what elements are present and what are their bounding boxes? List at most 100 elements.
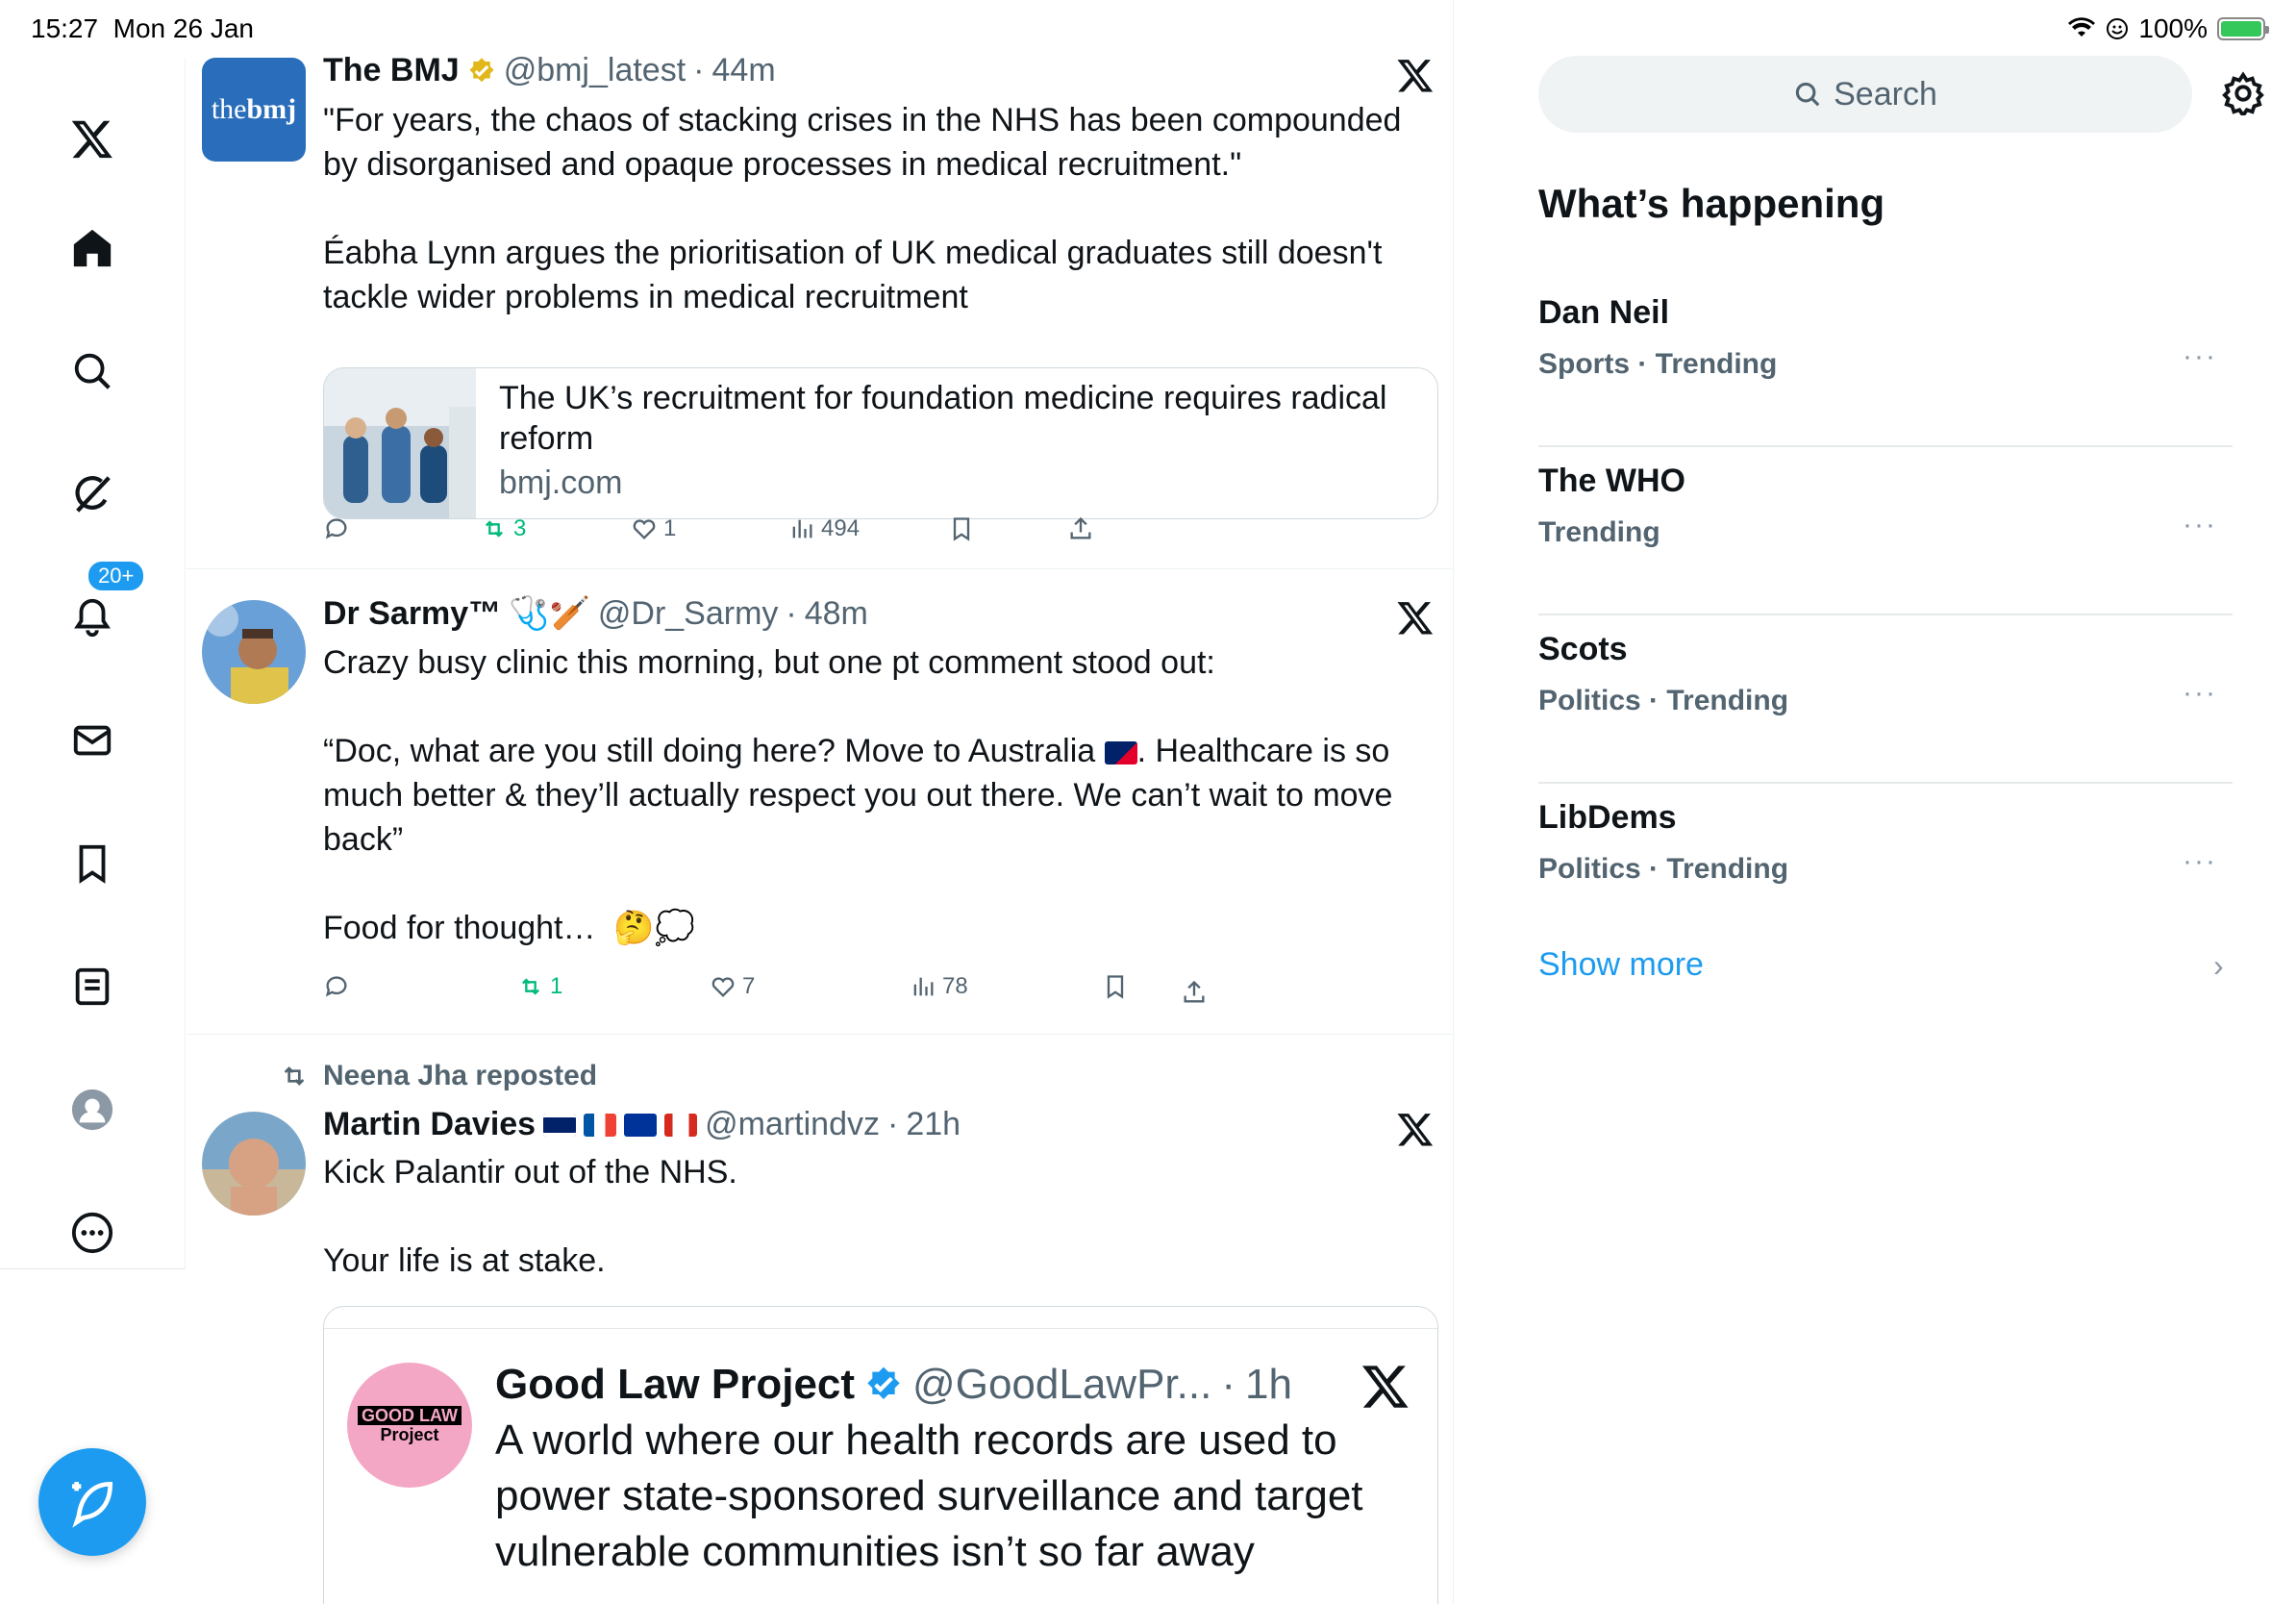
reply-button[interactable] <box>323 515 350 542</box>
lists-icon[interactable] <box>63 958 121 1015</box>
author-handle[interactable]: @bmj_latest <box>504 52 686 89</box>
compose-post-button[interactable] <box>38 1448 146 1556</box>
bookmark-icon <box>1107 975 1124 999</box>
author-name[interactable]: The BMJ <box>323 52 460 89</box>
quote-avatar[interactable]: GOOD LAW Project <box>347 1363 472 1488</box>
uk-flag-icon <box>543 1113 577 1137</box>
profile-avatar-icon[interactable] <box>63 1081 121 1139</box>
author-name[interactable]: Dr Sarmy™ <box>323 595 501 633</box>
quote-divider <box>324 1328 1437 1329</box>
grok-icon[interactable] <box>63 465 121 523</box>
settings-gear-icon[interactable] <box>2221 71 2265 115</box>
separator: · <box>1221 1361 1235 1408</box>
notifications-icon[interactable] <box>63 589 121 646</box>
blue-verified-icon <box>867 1366 900 1399</box>
tweet-time[interactable]: 48m <box>805 595 868 633</box>
trend-name: The WHO <box>1538 463 1685 499</box>
views-count: 494 <box>821 515 861 541</box>
quote-header: Good Law Project @GoodLawPr... · 1h <box>495 1361 1292 1409</box>
like-button[interactable]: 1 <box>631 515 676 542</box>
tweet-paragraph: Kick Palantir out of the NHS. <box>323 1154 737 1190</box>
thinking-emoji: 🤔💭 <box>613 910 696 946</box>
x-grok-icon[interactable] <box>1360 1361 1410 1411</box>
tweet-header: The BMJ @bmj_latest · 44m <box>323 52 776 89</box>
tweet-time[interactable]: 44m <box>712 52 776 89</box>
tweet[interactable]: Dr Sarmy™ 🩺🏏 @Dr_Sarmy · 48m Crazy busy … <box>187 569 1453 1035</box>
trend-item[interactable]: Dan Neil Sports · Trending ··· <box>1538 279 2233 447</box>
whats-happening-title: What’s happening <box>1538 181 1885 226</box>
good-law-project-logo: GOOD LAW Project <box>358 1406 462 1444</box>
trend-more-icon[interactable]: ··· <box>2183 845 2217 878</box>
repost-count: 3 <box>513 515 527 541</box>
share-button[interactable] <box>1067 515 1094 542</box>
tweet[interactable]: thebmj The BMJ @bmj_latest · 44m "For ye… <box>187 27 1453 569</box>
heart-icon <box>633 519 656 539</box>
tweet-text: Kick Palantir out of the NHS. Your life … <box>323 1150 1429 1283</box>
reply-button[interactable] <box>323 973 350 1000</box>
author-handle[interactable]: @Dr_Sarmy <box>598 595 779 633</box>
search-input[interactable]: Search <box>1538 56 2192 133</box>
tweet-paragraph: “Doc, what are you still doing here? Mov… <box>323 733 1393 858</box>
left-navigation: 20+ <box>0 58 186 1269</box>
heart-icon <box>711 977 735 997</box>
trend-more-icon[interactable]: ··· <box>2183 509 2217 541</box>
australia-flag-icon <box>1104 741 1137 765</box>
bookmark-button[interactable] <box>948 515 975 542</box>
views-button[interactable]: 494 <box>788 515 860 542</box>
like-count: 1 <box>663 515 677 541</box>
repost-icon <box>522 978 539 995</box>
reply-icon <box>325 518 347 539</box>
x-grok-icon[interactable] <box>1396 598 1435 637</box>
quote-author-name[interactable]: Good Law Project <box>495 1361 855 1409</box>
trend-item[interactable]: LibDems Politics · Trending ··· <box>1538 784 2233 952</box>
quote-author-handle[interactable]: @GoodLawPr... <box>912 1361 1211 1409</box>
tweet-paragraph: Éabha Lynn argues the prioritisation of … <box>323 235 1383 315</box>
link-card-title: The UK’s recruitment for foundation medi… <box>499 380 1387 457</box>
quote-time[interactable]: 1h <box>1245 1361 1292 1409</box>
chevron-right-icon[interactable]: › <box>2213 948 2224 984</box>
avatar[interactable] <box>202 1112 306 1216</box>
more-options-icon[interactable] <box>63 1204 121 1262</box>
reposted-by-label[interactable]: Neena Jha reposted <box>323 1060 597 1092</box>
link-preview-card[interactable]: The UK’s recruitment for foundation medi… <box>323 367 1438 519</box>
messages-icon[interactable] <box>63 712 121 769</box>
avatar[interactable] <box>202 600 306 704</box>
bookmarks-icon[interactable] <box>63 835 121 892</box>
bookmark-button[interactable] <box>1102 973 1129 1000</box>
trend-more-icon[interactable]: ··· <box>2183 677 2217 710</box>
trend-more-icon[interactable]: ··· <box>2183 340 2217 373</box>
tweet-header: Dr Sarmy™ 🩺🏏 @Dr_Sarmy · 48m <box>323 594 868 633</box>
x-grok-icon[interactable] <box>1396 56 1435 94</box>
like-count: 7 <box>742 973 756 999</box>
canada-flag-icon <box>664 1113 698 1137</box>
views-button[interactable]: 78 <box>910 973 968 1000</box>
trend-meta: Politics · Trending <box>1538 685 1789 716</box>
views-chart-icon <box>913 977 934 996</box>
tweet-paragraph: Food for thought… 🤔💭 <box>323 910 696 946</box>
quoted-tweet-card[interactable]: GOOD LAW Project Good Law Project @GoodL… <box>323 1306 1438 1604</box>
search-icon[interactable] <box>63 342 121 400</box>
notifications-badge: 20+ <box>87 560 146 592</box>
eu-flag-icon <box>624 1113 658 1137</box>
author-name[interactable]: Martin Davies <box>323 1106 536 1143</box>
quote-text: A world where our health records are use… <box>495 1416 1363 1575</box>
repost-button[interactable]: 3 <box>481 515 526 542</box>
x-logo-icon[interactable] <box>63 110 121 167</box>
avatar[interactable]: thebmj <box>202 58 306 162</box>
home-icon[interactable] <box>63 219 121 277</box>
like-button[interactable]: 7 <box>710 973 755 1000</box>
tweet-actions: 1 7 78 <box>323 973 1188 1012</box>
gold-verified-icon <box>469 57 494 82</box>
author-handle[interactable]: @martindvz <box>705 1106 880 1143</box>
trend-item[interactable]: The WHO Trending ··· <box>1538 447 2233 615</box>
tweet-time[interactable]: 21h <box>906 1106 961 1143</box>
tweet-paragraph: Your life is at stake. <box>323 1242 606 1279</box>
trend-item[interactable]: Scots Politics · Trending ··· <box>1538 615 2233 784</box>
show-more-link[interactable]: Show more <box>1538 946 1704 984</box>
share-button[interactable] <box>1181 973 1219 1012</box>
repost-button[interactable]: 1 <box>517 973 562 1000</box>
tweet-text: "For years, the chaos of stacking crises… <box>323 98 1429 319</box>
x-grok-icon[interactable] <box>1396 1110 1435 1148</box>
tweet-paragraph: Crazy busy clinic this morning, but one … <box>323 644 1215 681</box>
views-count: 78 <box>942 973 968 999</box>
